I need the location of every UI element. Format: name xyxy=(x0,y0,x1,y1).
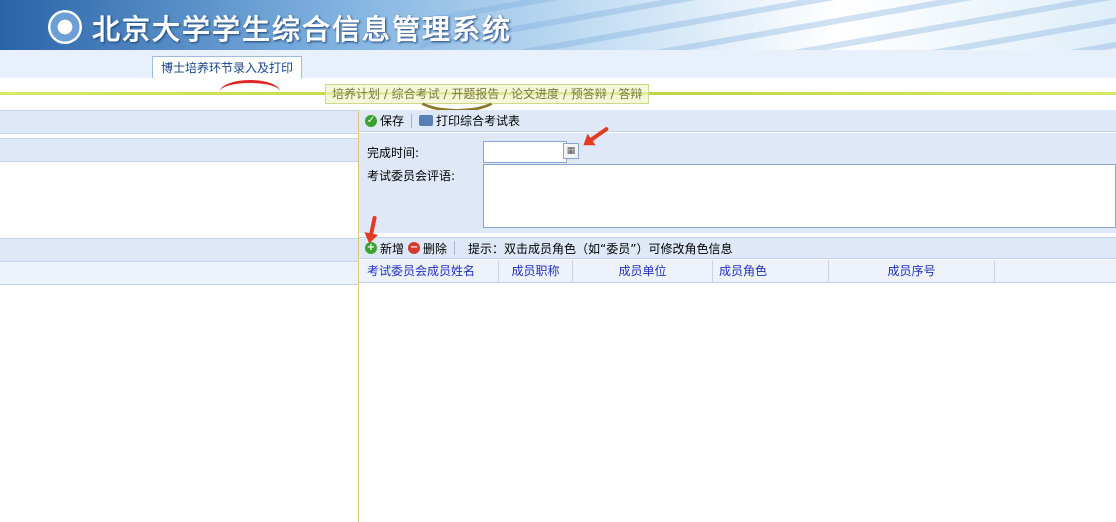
members-grid-header: 考试委员会成员姓名 成员职称 成员单位 成员角色 成员序号 xyxy=(359,260,1116,283)
check-icon: ✓ xyxy=(365,114,377,127)
exam-form: 完成时间: ▦ 考试委员会评语: xyxy=(359,133,1116,233)
col-member-unit[interactable]: 成员单位 xyxy=(573,260,713,282)
save-button[interactable]: ✓ 保存 xyxy=(365,112,404,129)
col-member-role[interactable]: 成员角色 xyxy=(713,260,829,282)
printer-icon xyxy=(419,115,434,126)
delete-button-label: 删除 xyxy=(423,241,448,256)
committee-comment-label: 考试委员会评语: xyxy=(367,169,456,183)
left-panel xyxy=(0,110,359,522)
print-button-label: 打印综合考试表 xyxy=(436,114,521,128)
minus-icon: − xyxy=(408,242,421,254)
right-panel: ✓ 保存 打印综合考试表 完成时间: ▦ 考试委员会评语: + 新增 − 删除 … xyxy=(359,110,1116,522)
left-panel-grid-header xyxy=(0,261,358,285)
tab-phd-training-entry[interactable]: 博士培养环节录入及打印 xyxy=(152,56,303,79)
col-member-title[interactable]: 成员职称 xyxy=(499,260,573,282)
tab-bar: 博士培养环节录入及打印 xyxy=(0,50,1116,79)
banner-decoration xyxy=(420,0,1116,50)
calendar-icon[interactable]: ▦ xyxy=(563,143,579,159)
form-toolbar: ✓ 保存 打印综合考试表 xyxy=(359,110,1116,132)
col-member-order[interactable]: 成员序号 xyxy=(829,260,995,282)
app-banner: 北京大学学生综合信息管理系统 xyxy=(0,0,1116,50)
subtab-band: 培养计划 / 综合考试 / 开题报告 / 论文进度 / 预答辩 / 答辩 xyxy=(0,78,1116,112)
col-filler xyxy=(995,260,1116,282)
left-panel-row xyxy=(0,138,358,162)
col-member-name[interactable]: 考试委员会成员姓名 xyxy=(359,260,499,282)
members-toolbar: + 新增 − 删除 提示：双击成员角色（如“委员”）可修改角色信息 xyxy=(359,237,1116,259)
finish-time-label: 完成时间: xyxy=(367,146,420,160)
annotation-oval xyxy=(414,78,500,112)
annotation-scribble xyxy=(220,80,280,103)
app-title: 北京大学学生综合信息管理系统 xyxy=(92,13,513,46)
save-button-label: 保存 xyxy=(380,114,405,128)
university-logo-icon xyxy=(48,10,82,44)
delete-member-button[interactable]: − 删除 xyxy=(408,240,447,257)
print-exam-form-button[interactable]: 打印综合考试表 xyxy=(419,112,520,129)
toolbar-separator xyxy=(454,241,456,255)
left-panel-toolbar xyxy=(0,238,358,262)
members-hint: 提示：双击成员角色（如“委员”）可修改角色信息 xyxy=(468,241,733,256)
committee-comment-textarea[interactable] xyxy=(483,164,1116,228)
toolbar-separator xyxy=(411,113,413,128)
finish-time-input[interactable] xyxy=(483,141,567,163)
left-panel-header xyxy=(0,110,358,134)
add-button-label: 新增 xyxy=(380,241,405,256)
